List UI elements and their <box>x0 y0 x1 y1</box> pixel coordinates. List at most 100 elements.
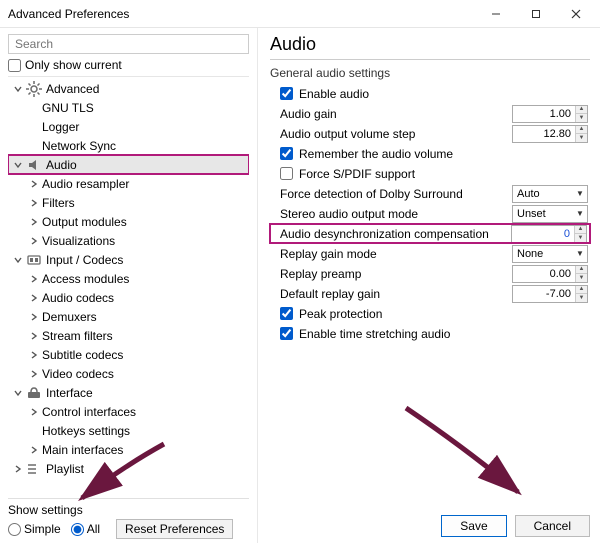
tree-item-label: Advanced <box>46 82 99 96</box>
tree-item-label: Network Sync <box>42 139 116 153</box>
tree-item[interactable]: Demuxers <box>8 307 249 326</box>
chevron-right-icon[interactable] <box>28 349 40 361</box>
tree-item-label: Interface <box>46 386 93 400</box>
spin-up-icon[interactable]: ▲ <box>576 126 587 135</box>
setting-checkbox[interactable] <box>280 87 293 100</box>
settings-panel: Audio General audio settings Enable audi… <box>258 28 600 543</box>
setting-spinbox[interactable]: 0▲▼ <box>511 225 587 243</box>
tree-item[interactable]: Audio resampler <box>8 174 249 193</box>
spin-down-icon[interactable]: ▼ <box>576 294 587 302</box>
spin-up-icon[interactable]: ▲ <box>576 266 587 275</box>
tree-item[interactable]: GNU TLS <box>8 98 249 117</box>
spin-down-icon[interactable]: ▼ <box>576 274 587 282</box>
tree-item[interactable]: Input / Codecs <box>8 250 249 269</box>
setting-spinbox[interactable]: 12.80▲▼ <box>512 125 588 143</box>
tree-item[interactable]: Video codecs <box>8 364 249 383</box>
chevron-right-icon[interactable] <box>28 216 40 228</box>
radio-simple[interactable]: Simple <box>8 522 61 536</box>
tree-item[interactable]: Visualizations <box>8 231 249 250</box>
setting-row: Force detection of Dolby SurroundAuto▼ <box>270 184 590 203</box>
tree-item[interactable]: Hotkeys settings <box>8 421 249 440</box>
chevron-right-icon[interactable] <box>28 406 40 418</box>
tree-item[interactable]: Main interfaces <box>8 440 249 459</box>
setting-label: Replay preamp <box>280 267 361 281</box>
tree-item[interactable]: Advanced <box>8 79 249 98</box>
tree-item[interactable]: Playlist <box>8 459 249 478</box>
settings-list: Enable audioAudio gain1.00▲▼Audio output… <box>270 84 590 343</box>
setting-checkbox[interactable] <box>280 167 293 180</box>
tree-item[interactable]: Logger <box>8 117 249 136</box>
chevron-right-icon[interactable] <box>28 330 40 342</box>
only-show-current-checkbox[interactable] <box>8 59 21 72</box>
tree-item[interactable]: Stream filters <box>8 326 249 345</box>
tree-item-label: Control interfaces <box>42 405 136 419</box>
audio-icon <box>26 157 42 173</box>
chevron-down-icon[interactable] <box>12 254 24 266</box>
chevron-down-icon[interactable] <box>12 159 24 171</box>
spin-up-icon[interactable]: ▲ <box>576 106 587 115</box>
chevron-down-icon[interactable] <box>12 83 24 95</box>
tree-item-label: Hotkeys settings <box>42 424 130 438</box>
setting-combobox[interactable]: None▼ <box>512 245 588 263</box>
tree-item-label: Access modules <box>42 272 129 286</box>
chevron-down-icon[interactable] <box>12 387 24 399</box>
chevron-right-icon[interactable] <box>28 444 40 456</box>
codec-icon <box>26 252 42 268</box>
maximize-button[interactable] <box>516 0 556 28</box>
preferences-tree[interactable]: Advanced GNU TLSLogger Network Sync Audio Au… <box>8 76 249 498</box>
chevron-right-icon[interactable] <box>28 311 40 323</box>
search-input[interactable] <box>8 34 249 54</box>
setting-checkbox[interactable] <box>280 307 293 320</box>
setting-spinbox[interactable]: 1.00▲▼ <box>512 105 588 123</box>
tree-item[interactable]: Network Sync <box>8 136 249 155</box>
setting-row: Peak protection <box>270 304 590 323</box>
spin-up-icon[interactable]: ▲ <box>576 286 587 295</box>
tree-item-label: Subtitle codecs <box>42 348 123 362</box>
radio-simple-input[interactable] <box>8 523 21 536</box>
tree-item[interactable]: Output modules <box>8 212 249 231</box>
setting-label: Peak protection <box>299 307 382 321</box>
radio-all-input[interactable] <box>71 523 84 536</box>
minimize-button[interactable] <box>476 0 516 28</box>
setting-row: Audio output volume step12.80▲▼ <box>270 124 590 143</box>
chevron-right-icon[interactable] <box>28 273 40 285</box>
tree-item[interactable]: Filters <box>8 193 249 212</box>
setting-checkbox[interactable] <box>280 327 293 340</box>
save-button[interactable]: Save <box>441 515 506 537</box>
tree-item-label: Audio resampler <box>42 177 129 191</box>
tree-item[interactable]: Audio <box>8 155 249 174</box>
spin-down-icon[interactable]: ▼ <box>576 114 587 122</box>
tree-item[interactable]: Control interfaces <box>8 402 249 421</box>
radio-all[interactable]: All <box>71 522 100 536</box>
cancel-button[interactable]: Cancel <box>515 515 590 537</box>
setting-combobox[interactable]: Auto▼ <box>512 185 588 203</box>
chevron-right-icon[interactable] <box>28 197 40 209</box>
only-show-current[interactable]: Only show current <box>8 58 249 72</box>
close-button[interactable] <box>556 0 596 28</box>
tree-item-label: Filters <box>42 196 75 210</box>
chevron-right-icon[interactable] <box>28 292 40 304</box>
tree-item-label: Output modules <box>42 215 127 229</box>
tree-item-label: Main interfaces <box>42 443 123 457</box>
setting-label: Enable time stretching audio <box>299 327 450 341</box>
spin-down-icon[interactable]: ▼ <box>575 234 586 242</box>
setting-spinbox[interactable]: 0.00▲▼ <box>512 265 588 283</box>
spin-up-icon[interactable]: ▲ <box>575 226 586 235</box>
tree-item[interactable]: Subtitle codecs <box>8 345 249 364</box>
spin-down-icon[interactable]: ▼ <box>576 134 587 142</box>
chevron-right-icon[interactable] <box>12 463 24 475</box>
reset-preferences-button[interactable]: Reset Preferences <box>116 519 233 539</box>
tree-item[interactable]: Audio codecs <box>8 288 249 307</box>
setting-spinbox[interactable]: -7.00▲▼ <box>512 285 588 303</box>
setting-row: Replay preamp 0.00▲▼ <box>270 264 590 283</box>
chevron-right-icon[interactable] <box>28 235 40 247</box>
tree-item-label: Playlist <box>46 462 84 476</box>
only-show-current-label: Only show current <box>25 58 122 72</box>
setting-checkbox[interactable] <box>280 147 293 160</box>
tree-item[interactable]: Interface <box>8 383 249 402</box>
setting-combobox[interactable]: Unset▼ <box>512 205 588 223</box>
setting-label: Audio gain <box>280 107 337 121</box>
chevron-right-icon[interactable] <box>28 368 40 380</box>
chevron-right-icon[interactable] <box>28 178 40 190</box>
tree-item[interactable]: Access modules <box>8 269 249 288</box>
